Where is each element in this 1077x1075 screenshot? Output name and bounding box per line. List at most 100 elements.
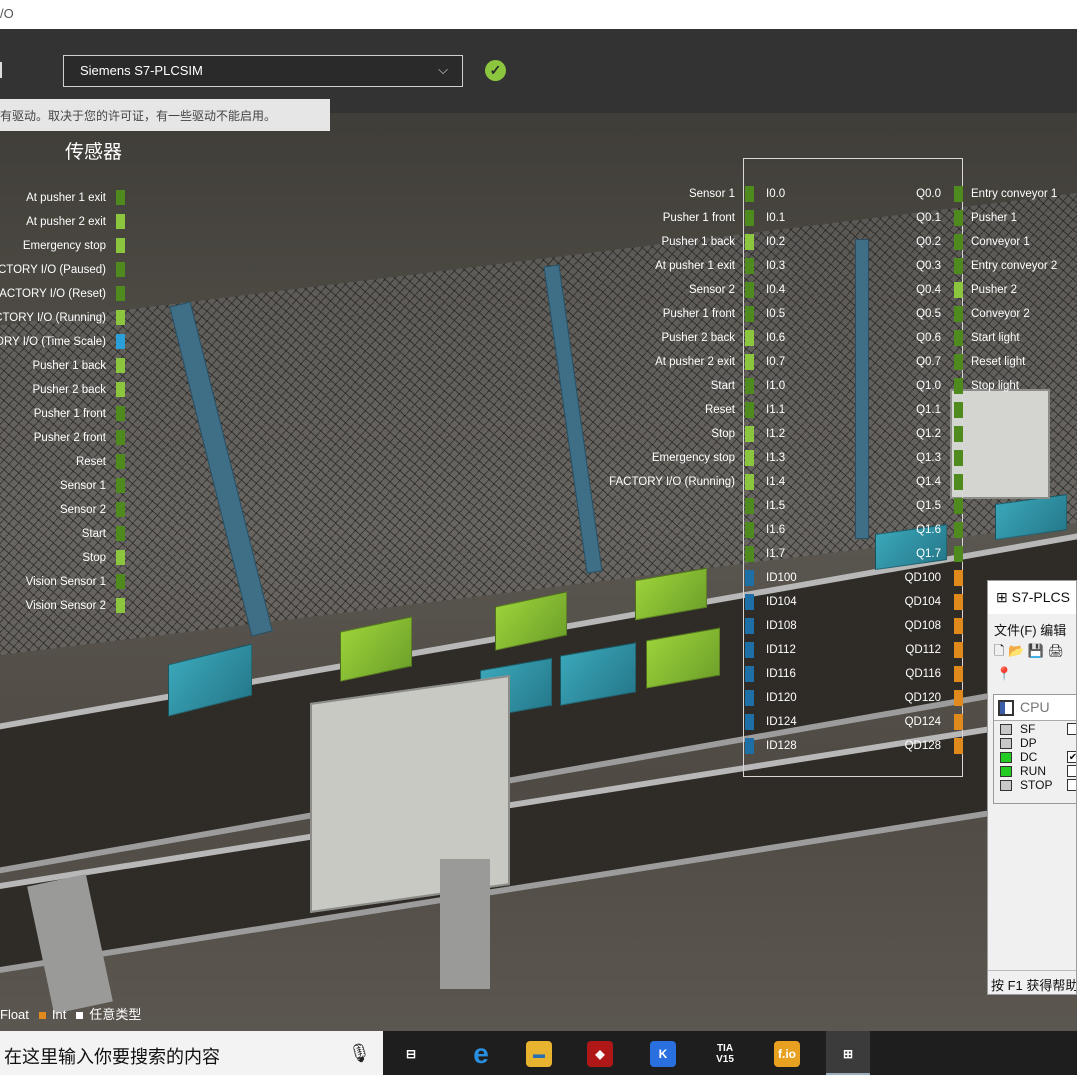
io-input-address: ID108 [766, 620, 797, 632]
plcsim-menu-bar[interactable]: 文件(F) 编辑 [988, 614, 1076, 640]
pin-icon[interactable]: 📍 [996, 666, 1012, 681]
io-output-address: Q1.0 [916, 380, 941, 392]
sensor-tag[interactable]: CTORY I/O (Paused) [0, 260, 125, 284]
io-output-address: QD100 [904, 572, 941, 584]
io-input-indicator [745, 426, 754, 442]
io-input-address: ID116 [766, 668, 796, 680]
taskbar-app-red-app[interactable]: ◆ [578, 1031, 622, 1075]
io-mapping-row[interactable]: I1.5 Q1.5 [590, 495, 1077, 519]
io-mapping-row[interactable]: At pusher 1 exit I0.3 Q0.3 Entry conveyor 2 [590, 255, 1077, 279]
sensor-tag[interactable]: Emergency stop [0, 236, 125, 260]
io-mapping-row[interactable]: I1.7 Q1.7 [590, 543, 1077, 567]
cpu-mode-checkbox[interactable] [1067, 765, 1076, 777]
microphone-icon[interactable]: 🎙 [348, 1043, 371, 1063]
sensor-tag-indicator [116, 310, 125, 325]
io-mapping-row[interactable]: Emergency stop I1.3 Q1.3 [590, 447, 1077, 471]
sensor-tag[interactable]: Sensor 1 [0, 476, 125, 500]
io-output-address: QD112 [905, 644, 941, 656]
sensor-tag[interactable]: Pusher 1 back [0, 356, 125, 380]
taskbar-app-tia-portal[interactable]: TIA V15 [703, 1031, 747, 1075]
sensor-tag-indicator [116, 478, 125, 493]
plcsim-window[interactable]: ⊞ S7-PLCS 文件(F) 编辑 🗋 📂 💾 🖨 📍 CPU SF DP DC ✔… [987, 580, 1077, 995]
cpu-mode-checkbox[interactable] [1067, 723, 1076, 735]
io-input-indicator [745, 330, 754, 346]
io-sensor-label: Sensor 2 [688, 284, 735, 296]
io-mapping-row[interactable]: Pusher 1 back I0.2 Q0.2 Conveyor 1 [590, 231, 1077, 255]
io-sensor-label: Sensor 1 [688, 188, 735, 200]
sensor-tag[interactable]: At pusher 2 exit [0, 212, 125, 236]
io-input-address: ID104 [766, 596, 797, 608]
chevron-down-icon[interactable]: ⌵ [438, 62, 448, 78]
sensor-tag[interactable]: At pusher 1 exit [0, 188, 125, 212]
sensor-tag[interactable]: Pusher 1 front [0, 404, 125, 428]
io-mapping-row[interactable]: Pusher 1 front I0.1 Q0.1 Pusher 1 [590, 207, 1077, 231]
driver-select[interactable]: Siemens S7-PLCSIM ⌵ [63, 55, 463, 87]
io-input-indicator [745, 306, 754, 322]
taskbar-app-s7-plcsim[interactable]: ⊞ [826, 1031, 870, 1075]
io-mapping-row[interactable]: Sensor 2 I0.4 Q0.4 Pusher 2 [590, 279, 1077, 303]
driver-toolbar-edge [0, 62, 2, 78]
io-sensor-label: Reset [704, 404, 735, 416]
io-mapping-row[interactable]: Pusher 2 back I0.6 Q0.6 Start light [590, 327, 1077, 351]
sensor-tag[interactable]: FACTORY I/O (Reset) [0, 284, 125, 308]
sensor-tag[interactable]: Vision Sensor 1 [0, 572, 125, 596]
taskbar-app-task-view[interactable]: ⊟ [389, 1031, 433, 1075]
edge-icon: e [468, 1039, 494, 1067]
io-actuator-label: Pusher 2 [971, 284, 1018, 296]
sensor-tag[interactable]: Sensor 2 [0, 500, 125, 524]
io-mapping-row[interactable]: FACTORY I/O (Running) I1.4 Q1.4 [590, 471, 1077, 495]
sensor-tag[interactable]: ORY I/O (Time Scale) [0, 332, 125, 356]
io-input-address: ID124 [766, 716, 797, 728]
plcsim-cpu-panel[interactable]: CPU SF DP DC ✔ RUN STOP [993, 694, 1076, 804]
taskbar-app-edge[interactable]: e [459, 1031, 503, 1075]
cpu-led-row: STOP [994, 779, 1076, 793]
io-mapping-row[interactable]: Stop I1.2 Q1.2 [590, 423, 1077, 447]
io-output-address: Q1.5 [916, 500, 941, 512]
cpu-led-label: DP [1020, 736, 1037, 750]
io-output-indicator [954, 450, 963, 466]
io-output-address: Q0.2 [916, 236, 941, 248]
sensor-tag-label: Emergency stop [22, 240, 106, 252]
io-mapping-row[interactable]: I1.6 Q1.6 [590, 519, 1077, 543]
sensor-tag-label: Pusher 2 back [32, 384, 106, 396]
io-mapping-row[interactable]: Pusher 1 front I0.5 Q0.5 Conveyor 2 [590, 303, 1077, 327]
taskbar-app-k-app[interactable]: K [641, 1031, 685, 1075]
io-input-address: I0.2 [766, 236, 786, 248]
cpu-led-row: DC ✔ [994, 751, 1076, 765]
task-view-icon: ⊟ [398, 1040, 424, 1067]
io-mapping-row[interactable]: At pusher 2 exit I0.7 Q0.7 Reset light [590, 351, 1077, 375]
io-sensor-label: Pusher 1 back [661, 236, 735, 248]
check-icon: ✓ [485, 60, 506, 81]
taskbar-app-file-explorer[interactable]: ▬ [517, 1031, 561, 1075]
cpu-mode-checkbox[interactable]: ✔ [1067, 751, 1076, 763]
cpu-panel-header: CPU [994, 695, 1076, 721]
sensor-tag[interactable]: Vision Sensor 2 [0, 596, 125, 620]
sensor-tag-indicator [116, 190, 125, 205]
io-output-indicator [954, 402, 963, 418]
cpu-led-row: RUN [994, 765, 1076, 779]
cpu-mode-checkbox[interactable] [1067, 779, 1076, 791]
plcsim-title-bar[interactable]: ⊞ S7-PLCS [988, 581, 1076, 614]
taskbar-search-input[interactable]: 在这里输入你要搜索的内容 [0, 1031, 383, 1075]
sensor-tag[interactable]: Reset [0, 452, 125, 476]
sensor-tag[interactable]: Start [0, 524, 125, 548]
sensor-tag[interactable]: Pusher 2 front [0, 428, 125, 452]
plcsim-toolbar[interactable]: 🗋 📂 💾 🖨 [988, 640, 1076, 664]
sensor-tag-label: CTORY I/O (Running) [0, 312, 106, 324]
taskbar: 在这里输入你要搜索的内容 🎙 ⊟ e ▬ ◆ K TIA V15 f.io ⊞ [0, 1031, 1077, 1075]
io-actuator-label: Conveyor 1 [971, 236, 1030, 248]
io-mapping-row[interactable]: Reset I1.1 Q1.1 [590, 399, 1077, 423]
io-mapping-row[interactable]: Sensor 1 I0.0 Q0.0 Entry conveyor 1 [590, 183, 1077, 207]
io-mapping-row[interactable]: Start I1.0 Q1.0 Stop light [590, 375, 1077, 399]
io-input-address: I0.3 [766, 260, 786, 272]
sensor-tag-indicator [116, 358, 125, 373]
sensor-tag[interactable]: CTORY I/O (Running) [0, 308, 125, 332]
io-output-indicator [954, 210, 963, 226]
taskbar-app-factory-io[interactable]: f.io [765, 1031, 809, 1075]
sensor-tag[interactable]: Stop [0, 548, 125, 572]
io-input-indicator [745, 714, 754, 730]
k-app-icon: K [650, 1040, 676, 1067]
plcsim-status-bar: 按 F1 获得帮助 [988, 970, 1076, 994]
sensor-tag[interactable]: Pusher 2 back [0, 380, 125, 404]
plcsim-toolbar-2[interactable]: 📍 [988, 664, 1076, 688]
